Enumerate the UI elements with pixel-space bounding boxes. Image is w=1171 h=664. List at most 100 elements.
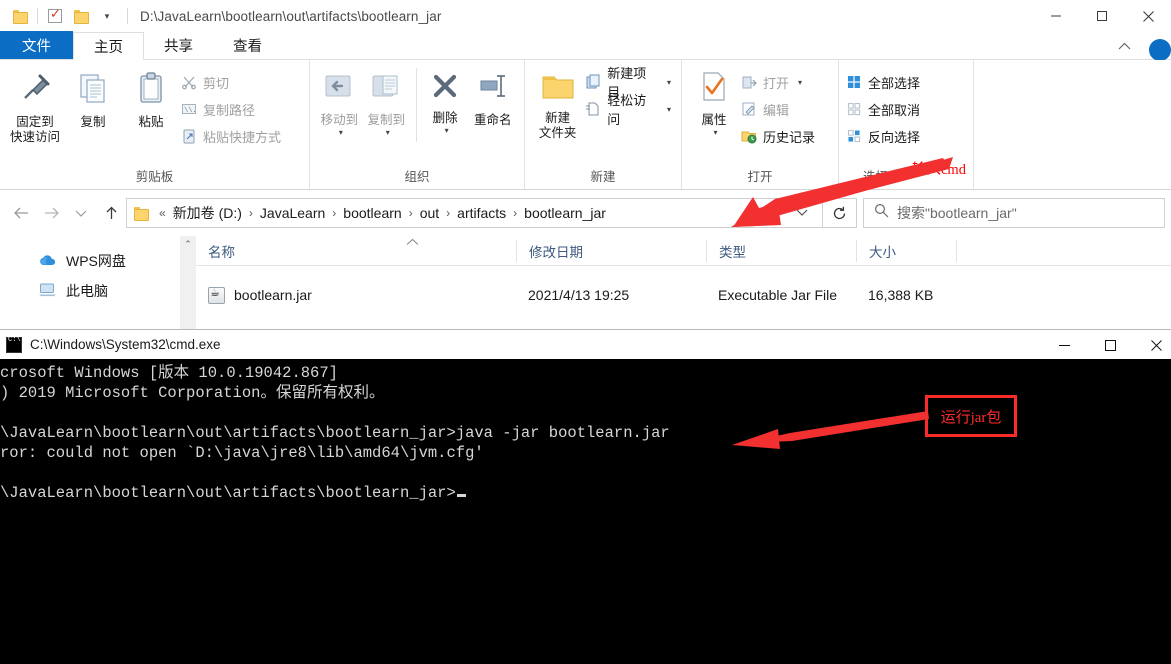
refresh-button[interactable] bbox=[823, 198, 857, 228]
history-button[interactable]: 历史记录 bbox=[740, 124, 819, 148]
ribbon-group-label-organize: 组织 bbox=[404, 170, 430, 184]
column-header-name[interactable]: 名称 bbox=[196, 240, 516, 262]
select-all-button[interactable]: 全部选择 bbox=[845, 70, 924, 94]
tab-home[interactable]: 主页 bbox=[73, 32, 144, 60]
navigation-pane: WPS网盘 此电脑 ⌃ bbox=[0, 236, 196, 332]
quick-access-properties-check-icon[interactable] bbox=[43, 4, 67, 28]
quick-access-new-folder-icon[interactable] bbox=[69, 4, 93, 28]
breadcrumb-dropdown-chevron-icon[interactable] bbox=[786, 206, 818, 220]
scroll-up-arrow-icon[interactable]: ⌃ bbox=[180, 236, 196, 250]
column-header-empty[interactable] bbox=[956, 239, 1036, 262]
properties-button[interactable]: 属性 ▾ bbox=[688, 64, 740, 137]
back-button[interactable] bbox=[6, 198, 36, 228]
easy-access-icon bbox=[584, 101, 601, 118]
copy-label: 复制 bbox=[80, 115, 106, 129]
sidebar-item-wps-cloud[interactable]: WPS网盘 bbox=[0, 246, 196, 276]
paste-shortcut-button[interactable]: 粘贴快捷方式 bbox=[180, 124, 285, 148]
properties-caret-icon[interactable]: ▾ bbox=[713, 128, 717, 137]
tab-share[interactable]: 共享 bbox=[144, 31, 213, 59]
cut-button[interactable]: 剪切 bbox=[180, 70, 285, 94]
open-label: 打开 bbox=[763, 75, 790, 91]
rename-button[interactable]: 重命名 bbox=[468, 64, 518, 128]
recent-locations-button[interactable] bbox=[66, 198, 96, 228]
column-header-size[interactable]: 大小 bbox=[856, 239, 956, 262]
easy-access-button[interactable]: 轻松访问 ▾ bbox=[584, 93, 675, 127]
quick-access-folder-icon[interactable] bbox=[8, 4, 32, 28]
delete-button[interactable]: 删除 ▾ bbox=[423, 64, 468, 135]
help-button[interactable] bbox=[1149, 39, 1171, 61]
breadcrumb-item-drive[interactable]: 新加卷 (D:) bbox=[170, 203, 245, 223]
select-all-label: 全部选择 bbox=[868, 75, 921, 91]
history-icon bbox=[740, 128, 757, 145]
new-item-icon bbox=[584, 74, 601, 91]
tab-file[interactable]: 文件 bbox=[0, 31, 73, 59]
breadcrumb-item-bootlearn-jar[interactable]: bootlearn_jar bbox=[521, 205, 609, 221]
column-header-modified[interactable]: 修改日期 bbox=[516, 239, 706, 262]
delete-caret-icon[interactable]: ▾ bbox=[445, 126, 449, 135]
minimize-button[interactable] bbox=[1033, 0, 1079, 32]
collapse-ribbon-chevron-icon[interactable] bbox=[1118, 42, 1131, 54]
table-row[interactable]: bootlearn.jar 2021/4/13 19:25 Executable… bbox=[196, 279, 1171, 311]
select-none-button[interactable]: 全部取消 bbox=[845, 97, 924, 121]
open-caret-icon[interactable]: ▾ bbox=[798, 78, 802, 87]
breadcrumb-separator[interactable]: › bbox=[328, 206, 340, 220]
invert-selection-button[interactable]: 反向选择 bbox=[845, 124, 924, 148]
breadcrumb-item-artifacts[interactable]: artifacts bbox=[454, 205, 509, 221]
search-box[interactable]: 搜索"bootlearn_jar" bbox=[863, 198, 1165, 228]
move-to-caret-icon[interactable]: ▾ bbox=[339, 128, 343, 137]
cmd-minimize-button[interactable] bbox=[1041, 330, 1087, 360]
copy-to-button[interactable]: 复制到 ▾ bbox=[363, 64, 410, 137]
tab-view[interactable]: 查看 bbox=[213, 31, 282, 59]
copy-button[interactable]: 复制 bbox=[64, 64, 122, 130]
move-to-button[interactable]: 移动到 ▾ bbox=[316, 64, 363, 137]
edit-button[interactable]: 编辑 bbox=[740, 97, 819, 121]
breadcrumb-overflow[interactable]: « bbox=[155, 206, 170, 220]
sidebar-item-this-pc[interactable]: 此电脑 bbox=[0, 276, 196, 306]
delete-icon bbox=[429, 70, 461, 107]
invert-selection-label: 反向选择 bbox=[868, 129, 921, 145]
breadcrumb-item-javalearn[interactable]: JavaLearn bbox=[257, 205, 328, 221]
paste-icon bbox=[133, 70, 169, 111]
quick-access-customize-caret-icon[interactable]: ▾ bbox=[95, 4, 119, 28]
ribbon-group-open: 属性 ▾ 打开 ▾ 编辑 历史记录 打开 bbox=[682, 60, 839, 189]
navigation-pane-scrollbar[interactable]: ⌃ bbox=[180, 236, 196, 332]
maximize-button[interactable] bbox=[1079, 0, 1125, 32]
cmd-close-button[interactable] bbox=[1133, 330, 1171, 360]
search-input[interactable]: 搜索"bootlearn_jar" bbox=[897, 203, 1017, 223]
breadcrumb-separator[interactable]: › bbox=[442, 206, 454, 220]
breadcrumb-item-out[interactable]: out bbox=[417, 205, 442, 221]
forward-button[interactable] bbox=[36, 198, 66, 228]
cmd-prompt-text: \JavaLearn\bootlearn\out\artifacts\bootl… bbox=[0, 484, 456, 502]
jar-file-icon bbox=[208, 286, 225, 304]
address-bar[interactable]: « 新加卷 (D:) › JavaLearn › bootlearn › out… bbox=[126, 198, 823, 228]
breadcrumb-separator[interactable]: › bbox=[405, 206, 417, 220]
easy-access-caret-icon[interactable]: ▾ bbox=[667, 105, 671, 114]
breadcrumb-item-bootlearn[interactable]: bootlearn bbox=[340, 205, 404, 221]
new-folder-button[interactable]: 新建 文件夹 bbox=[531, 64, 584, 141]
address-bar-row: « 新加卷 (D:) › JavaLearn › bootlearn › out… bbox=[0, 190, 1171, 236]
ribbon-tab-strip: 文件 主页 共享 查看 bbox=[0, 31, 1171, 61]
copy-to-caret-icon[interactable]: ▾ bbox=[386, 128, 390, 137]
invert-selection-icon bbox=[845, 128, 862, 145]
window-title-path: D:\JavaLearn\bootlearn\out\artifacts\boo… bbox=[140, 8, 442, 24]
open-button[interactable]: 打开 ▾ bbox=[740, 70, 819, 94]
file-name-label: bootlearn.jar bbox=[234, 287, 312, 303]
close-button[interactable] bbox=[1125, 0, 1171, 32]
breadcrumb-separator[interactable]: › bbox=[509, 206, 521, 220]
scissors-icon bbox=[180, 74, 197, 91]
copy-path-icon: \\.. bbox=[180, 101, 197, 118]
copy-path-button[interactable]: \\.. 复制路径 bbox=[180, 97, 285, 121]
cut-label: 剪切 bbox=[203, 75, 230, 91]
file-list-column-headers: 名称 修改日期 类型 大小 bbox=[196, 236, 1171, 266]
file-name-cell[interactable]: bootlearn.jar bbox=[196, 286, 516, 304]
cmd-maximize-button[interactable] bbox=[1087, 330, 1133, 360]
pin-to-quick-access-label: 固定到 快速访问 bbox=[9, 115, 60, 144]
file-explorer-window: ▾ D:\JavaLearn\bootlearn\out\artifacts\b… bbox=[0, 0, 1171, 332]
computer-icon bbox=[38, 282, 57, 300]
column-header-type[interactable]: 类型 bbox=[706, 239, 856, 262]
up-button[interactable] bbox=[96, 198, 126, 228]
paste-button[interactable]: 粘贴 bbox=[122, 64, 180, 130]
breadcrumb-separator[interactable]: › bbox=[245, 206, 257, 220]
pin-to-quick-access-button[interactable]: 固定到 快速访问 bbox=[6, 64, 64, 145]
new-item-caret-icon[interactable]: ▾ bbox=[667, 78, 671, 87]
